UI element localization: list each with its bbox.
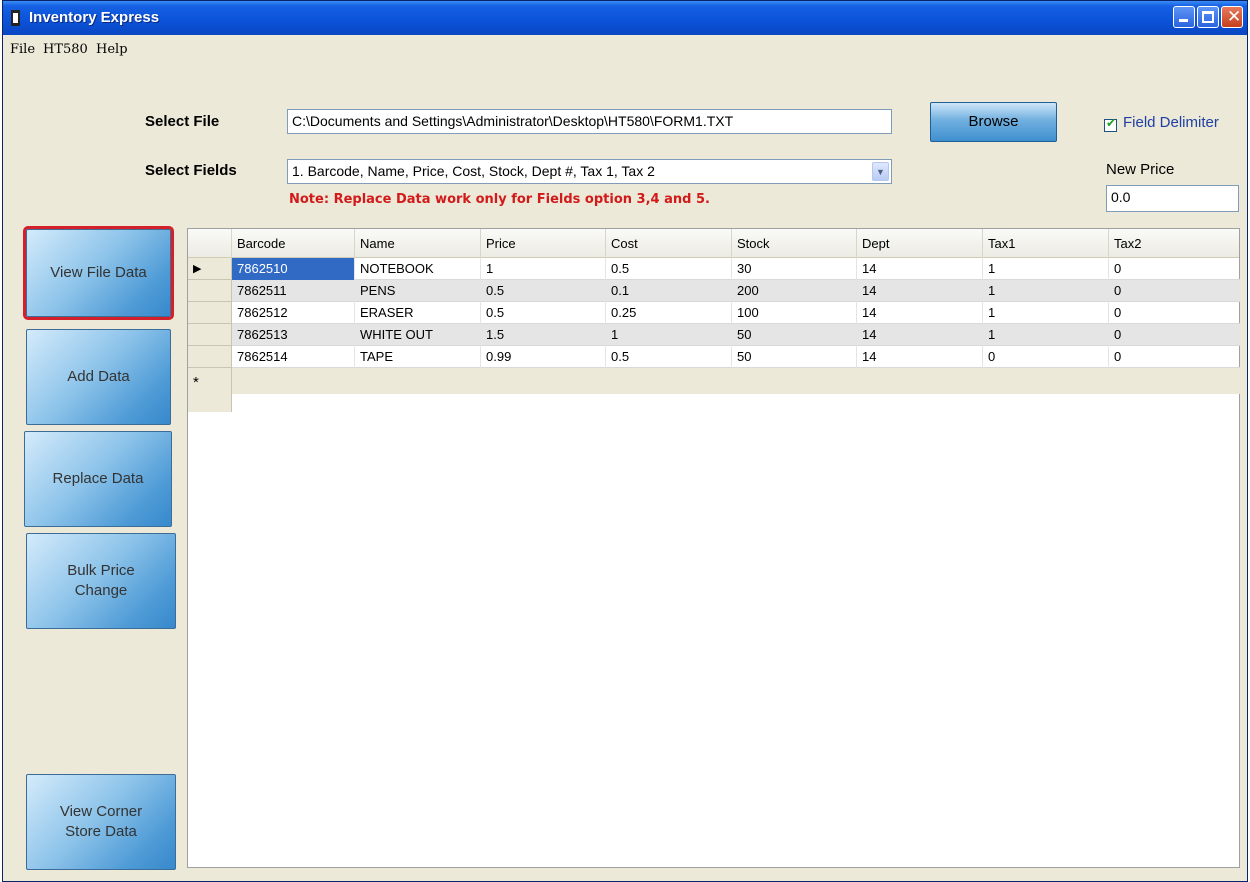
cell-tax1[interactable]: 1 xyxy=(983,324,1109,346)
grid-header: Barcode Name Price Cost Stock Dept Tax1 … xyxy=(188,229,1239,258)
cell-tax2[interactable]: 0 xyxy=(1109,324,1240,346)
cell-name[interactable]: PENS xyxy=(355,280,481,302)
table-row[interactable]: 7862513 WHITE OUT 1.5 1 50 14 1 0 xyxy=(232,324,1240,346)
cell-tax1[interactable]: 1 xyxy=(983,280,1109,302)
grid-corner-header xyxy=(188,229,232,258)
close-icon: ✕ xyxy=(1227,7,1242,26)
minimize-button[interactable] xyxy=(1173,6,1195,28)
cell-dept[interactable]: 14 xyxy=(857,324,983,346)
fields-select[interactable]: 1. Barcode, Name, Price, Cost, Stock, De… xyxy=(287,159,892,184)
cell-price[interactable]: 1 xyxy=(481,258,606,280)
browse-button[interactable]: Browse xyxy=(930,102,1057,142)
cell-stock[interactable]: 50 xyxy=(732,346,857,368)
new-row-header[interactable]: * xyxy=(188,368,232,412)
minimize-icon xyxy=(1179,19,1188,22)
app-icon xyxy=(11,10,20,26)
row-header[interactable] xyxy=(188,280,232,302)
cell-tax2[interactable]: 0 xyxy=(1109,258,1240,280)
cell-name[interactable]: WHITE OUT xyxy=(355,324,481,346)
cell-barcode[interactable]: 7862511 xyxy=(232,280,355,302)
cell-barcode[interactable]: 7862510 xyxy=(232,258,355,280)
maximize-button[interactable] xyxy=(1197,6,1219,28)
column-header-dept[interactable]: Dept xyxy=(857,229,983,258)
cell-cost[interactable]: 0.1 xyxy=(606,280,732,302)
title-bar[interactable]: Inventory Express ✕ xyxy=(3,1,1247,35)
field-delimiter-label: Field Delimiter xyxy=(1123,114,1219,131)
cell-cost[interactable]: 0.5 xyxy=(606,258,732,280)
cell-barcode[interactable]: 7862514 xyxy=(232,346,355,368)
column-header-tax2[interactable]: Tax2 xyxy=(1109,229,1240,258)
new-price-input[interactable]: 0.0 xyxy=(1106,185,1239,212)
cell-dept[interactable]: 14 xyxy=(857,302,983,324)
cell-price[interactable]: 0.99 xyxy=(481,346,606,368)
cell-stock[interactable]: 200 xyxy=(732,280,857,302)
menu-file[interactable]: File xyxy=(10,42,35,57)
cell-price[interactable]: 1.5 xyxy=(481,324,606,346)
menu-bar: File HT580 Help xyxy=(3,35,1247,68)
fields-select-value: 1. Barcode, Name, Price, Cost, Stock, De… xyxy=(292,163,655,179)
bulk-price-change-button[interactable]: Bulk Price Change xyxy=(26,533,176,629)
column-header-cost[interactable]: Cost xyxy=(606,229,732,258)
cell-tax1[interactable]: 1 xyxy=(983,302,1109,324)
cell-tax1[interactable]: 1 xyxy=(983,258,1109,280)
cell-dept[interactable]: 14 xyxy=(857,280,983,302)
row-header[interactable] xyxy=(188,324,232,346)
data-grid[interactable]: Barcode Name Price Cost Stock Dept Tax1 … xyxy=(187,228,1240,868)
row-header[interactable] xyxy=(188,346,232,368)
column-header-barcode[interactable]: Barcode xyxy=(232,229,355,258)
cell-barcode[interactable]: 7862513 xyxy=(232,324,355,346)
cell-tax2[interactable]: 0 xyxy=(1109,302,1240,324)
add-data-button[interactable]: Add Data xyxy=(26,329,171,425)
view-corner-store-data-button[interactable]: View Corner Store Data xyxy=(26,774,176,870)
row-header[interactable]: ▶ xyxy=(188,258,232,280)
table-row[interactable]: 7862510 NOTEBOOK 1 0.5 30 14 1 0 xyxy=(232,258,1240,280)
cell-name[interactable]: ERASER xyxy=(355,302,481,324)
checkmark-icon: ✔ xyxy=(1106,116,1117,130)
current-row-icon: ▶ xyxy=(193,263,202,275)
cell-price[interactable]: 0.5 xyxy=(481,302,606,324)
cell-tax2[interactable]: 0 xyxy=(1109,346,1240,368)
row-header[interactable] xyxy=(188,302,232,324)
chevron-down-icon[interactable]: ▼ xyxy=(872,162,889,181)
table-row[interactable]: 7862512 ERASER 0.5 0.25 100 14 1 0 xyxy=(232,302,1240,324)
cell-tax2[interactable]: 0 xyxy=(1109,280,1240,302)
close-button[interactable]: ✕ xyxy=(1221,6,1243,28)
cell-price[interactable]: 0.5 xyxy=(481,280,606,302)
new-row[interactable] xyxy=(232,368,1240,394)
column-header-price[interactable]: Price xyxy=(481,229,606,258)
select-file-label: Select File xyxy=(145,113,220,130)
fields-note: Note: Replace Data work only for Fields … xyxy=(289,192,710,207)
new-row-icon: * xyxy=(193,374,199,391)
cell-stock[interactable]: 100 xyxy=(732,302,857,324)
cell-dept[interactable]: 14 xyxy=(857,346,983,368)
column-header-name[interactable]: Name xyxy=(355,229,481,258)
app-window: Inventory Express ✕ File HT580 Help Sele… xyxy=(2,0,1248,882)
cell-cost[interactable]: 0.25 xyxy=(606,302,732,324)
menu-ht580[interactable]: HT580 xyxy=(43,42,88,57)
cell-barcode[interactable]: 7862512 xyxy=(232,302,355,324)
select-fields-label: Select Fields xyxy=(145,162,237,179)
window-title: Inventory Express xyxy=(29,9,160,26)
column-header-tax1[interactable]: Tax1 xyxy=(983,229,1109,258)
table-row[interactable]: 7862514 TAPE 0.99 0.5 50 14 0 0 xyxy=(232,346,1240,368)
cell-stock[interactable]: 50 xyxy=(732,324,857,346)
maximize-icon xyxy=(1202,11,1214,23)
cell-cost[interactable]: 1 xyxy=(606,324,732,346)
file-path-input[interactable]: C:\Documents and Settings\Administrator\… xyxy=(287,109,892,134)
column-header-stock[interactable]: Stock xyxy=(732,229,857,258)
cell-stock[interactable]: 30 xyxy=(732,258,857,280)
table-row[interactable]: 7862511 PENS 0.5 0.1 200 14 1 0 xyxy=(232,280,1240,302)
menu-help[interactable]: Help xyxy=(96,42,128,57)
view-file-data-button[interactable]: View File Data xyxy=(23,226,174,320)
cell-name[interactable]: TAPE xyxy=(355,346,481,368)
cell-dept[interactable]: 14 xyxy=(857,258,983,280)
cell-name[interactable]: NOTEBOOK xyxy=(355,258,481,280)
replace-data-button[interactable]: Replace Data xyxy=(24,431,172,527)
cell-cost[interactable]: 0.5 xyxy=(606,346,732,368)
field-delimiter-checkbox[interactable]: ✔ xyxy=(1104,116,1117,132)
cell-tax1[interactable]: 0 xyxy=(983,346,1109,368)
new-price-label: New Price xyxy=(1106,161,1175,178)
